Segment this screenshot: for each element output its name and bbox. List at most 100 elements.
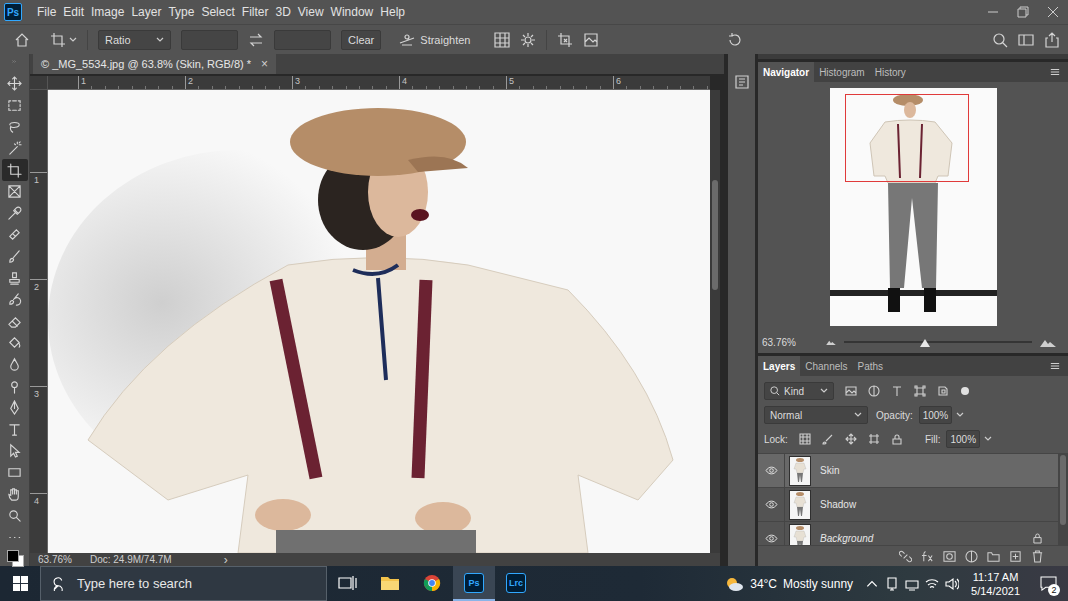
menu-item[interactable]: Window	[331, 5, 374, 19]
weather-widget[interactable]: 34°CMostly sunny	[724, 566, 853, 601]
zoom-level[interactable]: 63.76%	[38, 554, 72, 565]
lock-all-icon[interactable]	[891, 433, 903, 445]
straighten-button[interactable]: Straighten	[399, 32, 470, 48]
layer-row[interactable]: Skin	[758, 453, 1058, 487]
zoom-field[interactable]: 63.76%	[762, 337, 818, 348]
tool-button[interactable]	[2, 116, 28, 138]
wifi-icon[interactable]	[925, 577, 939, 591]
width-field[interactable]	[181, 30, 238, 50]
smart-object-filter-icon[interactable]	[937, 385, 949, 397]
content-aware-icon[interactable]	[583, 32, 599, 48]
vertical-scrollbar[interactable]	[710, 90, 720, 553]
opacity-dropdown[interactable]	[954, 407, 966, 423]
properties-icon[interactable]	[734, 74, 750, 90]
layer-name[interactable]: Background	[820, 533, 873, 544]
visibility-toggle[interactable]	[758, 454, 785, 487]
lock-position-icon[interactable]	[845, 433, 857, 445]
menu-item[interactable]: Edit	[63, 5, 84, 19]
close-icon[interactable]	[1038, 6, 1068, 18]
tool-button[interactable]	[2, 354, 28, 376]
canvas-photo[interactable]	[48, 90, 710, 553]
trash-icon[interactable]	[1031, 550, 1044, 563]
status-menu-button[interactable]: ›	[224, 553, 228, 567]
network-icon[interactable]	[905, 577, 919, 591]
delete-cropped-icon[interactable]	[557, 32, 573, 48]
panel-tab[interactable]: Layers	[758, 356, 800, 376]
chevron-up-icon[interactable]	[865, 577, 879, 591]
tool-button[interactable]	[2, 397, 28, 419]
layer-row[interactable]: Shadow	[758, 487, 1058, 521]
panel-tab[interactable]: Channels	[800, 356, 852, 376]
lock-pixels-icon[interactable]	[822, 433, 834, 445]
taskbar-app[interactable]	[369, 566, 411, 601]
home-icon[interactable]	[14, 32, 30, 48]
shape-filter-icon[interactable]	[914, 385, 926, 397]
clear-button[interactable]: Clear	[341, 30, 381, 50]
layer-name[interactable]: Shadow	[820, 499, 856, 510]
fill-dropdown[interactable]	[982, 431, 994, 447]
start-button[interactable]	[0, 566, 40, 601]
navigator-thumbnail[interactable]	[830, 88, 997, 326]
panel-tab[interactable]: Navigator	[758, 62, 814, 82]
close-tab-button[interactable]: ×	[261, 57, 268, 71]
clock[interactable]: 11:17 AM5/14/2021	[963, 566, 1028, 601]
tool-button[interactable]	[2, 73, 28, 95]
layer-style-icon[interactable]	[921, 550, 934, 563]
new-layer-icon[interactable]	[1009, 550, 1022, 563]
tool-button[interactable]	[2, 224, 28, 246]
zoom-slider[interactable]	[844, 336, 1032, 348]
type-filter-icon[interactable]	[891, 385, 903, 397]
panel-tab[interactable]: Paths	[853, 356, 889, 376]
tool-preset-picker[interactable]	[50, 32, 77, 48]
pixel-filter-icon[interactable]	[845, 385, 857, 397]
grid-overlay-icon[interactable]	[494, 32, 510, 48]
app-logo[interactable]: Ps	[4, 3, 22, 21]
layer-name[interactable]: Skin	[820, 465, 839, 476]
zoom-slider-knob[interactable]	[920, 339, 930, 347]
volume-icon[interactable]	[945, 577, 959, 591]
tool-button[interactable]	[2, 159, 28, 181]
search-icon[interactable]	[992, 32, 1008, 48]
horizontal-ruler[interactable]: 123456	[48, 76, 710, 90]
panel-menu-icon[interactable]	[1050, 67, 1060, 77]
tool-button[interactable]	[2, 267, 28, 289]
menu-item[interactable]: Help	[380, 5, 405, 19]
layer-row[interactable]: Background	[758, 521, 1058, 545]
panel-tab[interactable]: History	[870, 62, 911, 82]
tool-button[interactable]	[2, 138, 28, 160]
gear-icon[interactable]	[520, 32, 536, 48]
adjustment-filter-icon[interactable]	[868, 385, 880, 397]
menu-item[interactable]: Type	[168, 5, 194, 19]
tool-button[interactable]	[2, 203, 28, 225]
restore-icon[interactable]	[1008, 6, 1038, 18]
workspace-icon[interactable]	[1018, 32, 1034, 48]
height-field[interactable]	[274, 30, 331, 50]
menu-item[interactable]: Filter	[242, 5, 269, 19]
fill-field[interactable]: 100%	[946, 430, 980, 448]
tool-button[interactable]	[2, 375, 28, 397]
visibility-toggle[interactable]	[758, 522, 785, 545]
blend-mode-select[interactable]: Normal	[764, 406, 868, 424]
lock-artboard-icon[interactable]	[868, 433, 880, 445]
reset-icon[interactable]	[727, 32, 743, 48]
menu-item[interactable]: 3D	[275, 5, 290, 19]
layers-scrollbar[interactable]	[1058, 453, 1068, 545]
taskbar-app[interactable]: Ps	[453, 566, 495, 601]
link-icon[interactable]	[899, 550, 912, 563]
scrollbar-thumb[interactable]	[712, 180, 718, 290]
tool-button[interactable]	[2, 440, 28, 462]
device-icon[interactable]	[885, 577, 899, 591]
tool-button[interactable]	[2, 246, 28, 268]
notification-button[interactable]: 2	[1028, 566, 1068, 601]
filter-toggle[interactable]	[961, 387, 969, 395]
adjustment-icon[interactable]	[965, 550, 978, 563]
tool-button[interactable]	[2, 181, 28, 203]
menu-item[interactable]: Select	[201, 5, 234, 19]
tool-button[interactable]	[2, 418, 28, 440]
lock-transparent-icon[interactable]	[799, 433, 811, 445]
mask-icon[interactable]	[943, 550, 956, 563]
opacity-field[interactable]: 100%	[919, 406, 953, 424]
swap-icon[interactable]	[248, 32, 264, 48]
tool-button[interactable]	[2, 505, 28, 527]
minimize-icon[interactable]	[978, 6, 1008, 18]
